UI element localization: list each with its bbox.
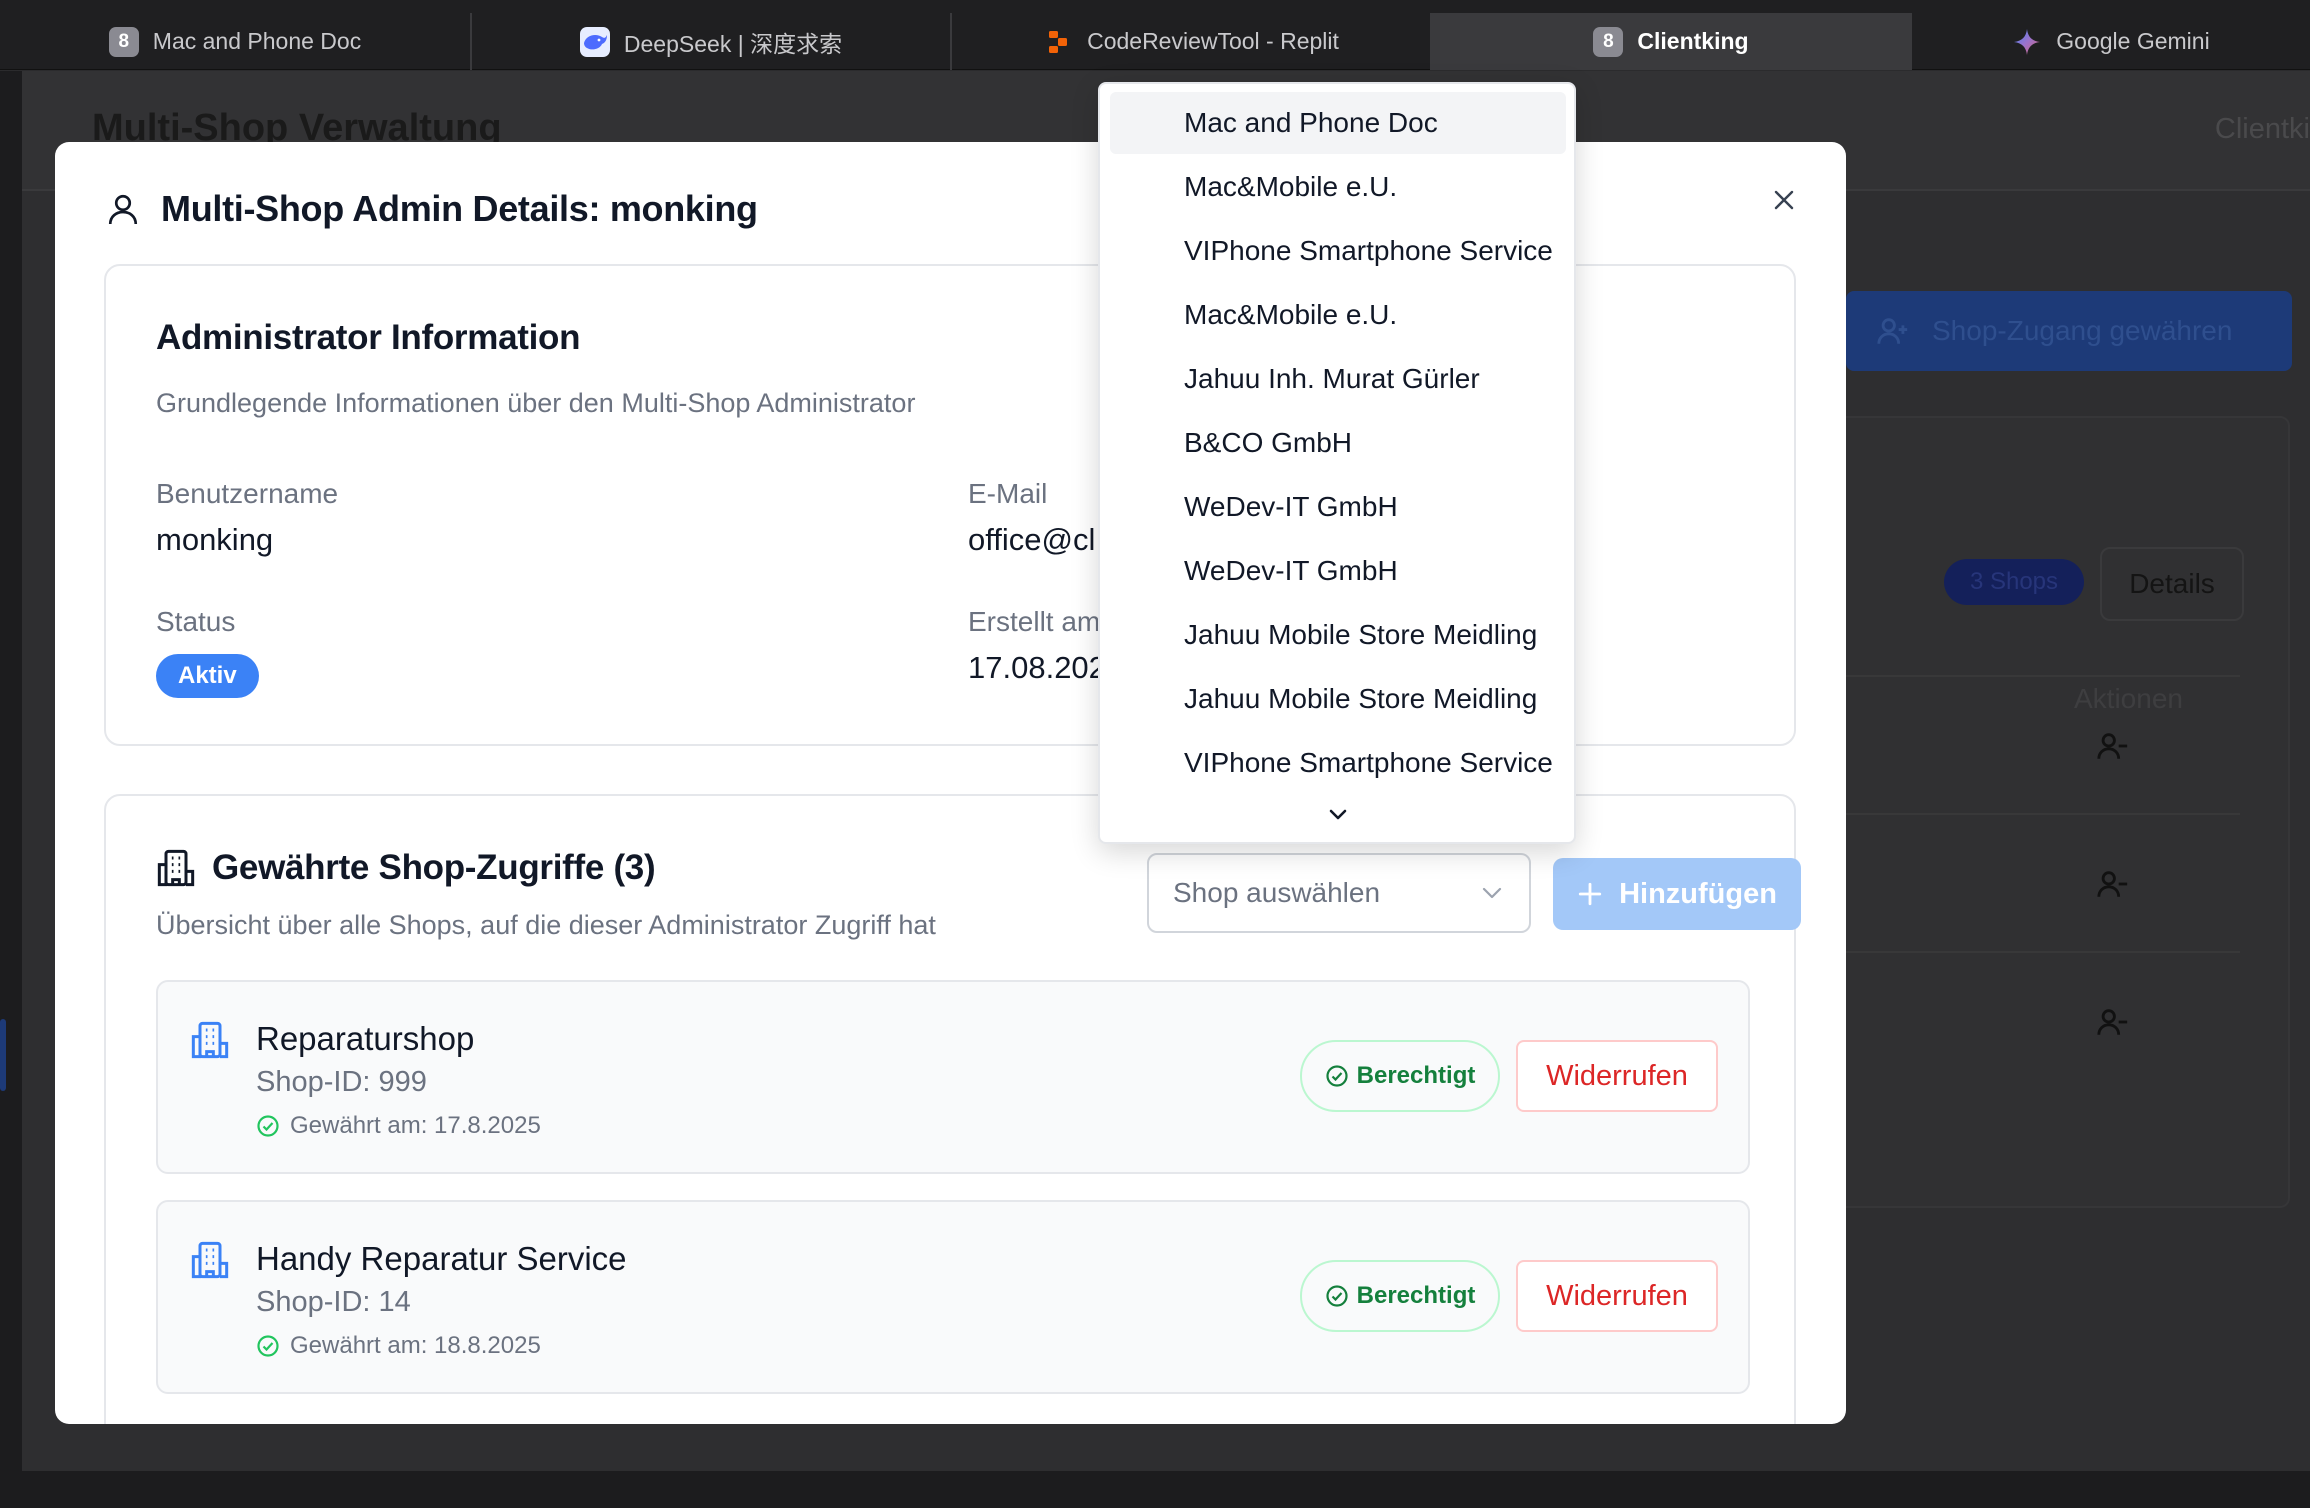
dropdown-option[interactable]: VIPhone Smartphone Service <box>1110 220 1566 282</box>
add-shop-label: Hinzufügen <box>1619 877 1777 910</box>
chevron-down-icon <box>1482 887 1502 899</box>
user-minus-icon[interactable] <box>2096 1005 2130 1039</box>
modal-title: Multi-Shop Admin Details: monking <box>161 188 758 229</box>
shop-name: Reparaturshop <box>256 1020 475 1057</box>
browser-tab-gemini[interactable]: Google Gemini <box>1910 13 2310 70</box>
replit-icon <box>1043 27 1073 57</box>
building-icon <box>191 1241 229 1279</box>
email-label: E-Mail <box>968 478 1048 509</box>
dropdown-option[interactable]: B&CO GmbH <box>1110 412 1566 474</box>
shop-granted-date: Gewährt am: 18.8.2025 <box>256 1332 541 1360</box>
background-admin-card <box>1810 416 2290 1208</box>
shop-granted-text: Gewährt am: 18.8.2025 <box>290 1332 541 1359</box>
browser-tab-bar: 8 Mac and Phone Doc DeepSeek | 深度求索 Code… <box>0 0 2310 70</box>
admin-details-modal: Multi-Shop Admin Details: monking Admini… <box>55 142 1846 1424</box>
chevron-down-icon <box>1329 809 1347 820</box>
browser-tab-mac-and-phone-doc[interactable]: 8 Mac and Phone Doc <box>0 13 470 70</box>
add-shop-button[interactable]: Hinzufügen <box>1553 858 1801 930</box>
access-card-header: Gewährte Shop-Zugriffe (3) <box>156 848 656 888</box>
browser-tab-clientking[interactable]: 8 Clientking <box>1430 13 1910 70</box>
dropdown-option[interactable]: Jahuu Mobile Store Meidling <box>1110 604 1566 666</box>
authorized-badge: Berechtigt <box>1300 1040 1500 1112</box>
shop-name: Handy Reparatur Service <box>256 1240 627 1277</box>
browser-tab-replit[interactable]: CodeReviewTool - Replit <box>950 13 1430 70</box>
shop-id: Shop-ID: 14 <box>256 1286 411 1318</box>
dropdown-option[interactable]: Mac&Mobile e.U. <box>1110 284 1566 346</box>
created-label: Erstellt am <box>968 606 1101 637</box>
building-icon <box>157 849 195 887</box>
user-minus-icon[interactable] <box>2096 729 2130 763</box>
table-divider <box>1840 813 2240 815</box>
browser-tab-deepseek[interactable]: DeepSeek | 深度求索 <box>470 13 950 70</box>
dropdown-scroll-down-button[interactable] <box>1318 800 1358 830</box>
actions-column-header: Aktionen <box>2074 683 2183 714</box>
user-icon <box>108 194 138 225</box>
close-button[interactable] <box>1762 178 1806 222</box>
user-minus-icon[interactable] <box>2096 867 2130 901</box>
background-left-indicator <box>0 1019 6 1091</box>
shop-access-card: Gewährte Shop-Zugriffe (3) Übersicht übe… <box>104 794 1801 1424</box>
tab-label: CodeReviewTool - Replit <box>1087 28 1339 54</box>
tab-label: Google Gemini <box>2056 28 2210 54</box>
check-circle-icon <box>257 1335 279 1357</box>
tab-label: Mac and Phone Doc <box>152 28 362 54</box>
access-card-subtitle: Übersicht über alle Shops, auf die diese… <box>156 910 936 940</box>
user-plus-icon <box>1877 318 1908 344</box>
dropdown-option[interactable]: VIPhone Smartphone Service <box>1110 732 1566 794</box>
shop-id: Shop-ID: 999 <box>256 1066 427 1098</box>
grant-shop-access-label: Shop-Zugang gewähren <box>1932 315 2233 346</box>
shop-select-placeholder: Shop auswählen <box>1173 877 1381 908</box>
admin-card-title: Administrator Information <box>156 318 581 357</box>
shop-access-item: Reparaturshop Shop-ID: 999 Gewährt am: 1… <box>156 980 1750 1174</box>
authorized-label: Berechtigt <box>1356 1062 1476 1089</box>
authorized-badge: Berechtigt <box>1300 1260 1500 1332</box>
status-label: Status <box>156 606 236 637</box>
gemini-sparkle-icon <box>2012 27 2042 57</box>
shop-granted-text: Gewährt am: 17.8.2025 <box>290 1112 541 1139</box>
email-value: office@cl <box>968 522 1096 557</box>
shop-select[interactable]: Shop auswählen <box>1147 853 1531 933</box>
dropdown-option[interactable]: WeDev-IT GmbH <box>1110 540 1566 602</box>
check-circle-icon <box>1326 1065 1348 1087</box>
shop-granted-date: Gewährt am: 17.8.2025 <box>256 1112 541 1140</box>
deepseek-whale-icon <box>579 26 610 57</box>
plus-icon <box>1578 882 1602 906</box>
created-value: 17.08.202 <box>968 650 1106 685</box>
shop-access-item: Handy Reparatur Service Shop-ID: 14 Gewä… <box>156 1200 1750 1394</box>
check-circle-icon <box>1326 1285 1348 1307</box>
table-divider <box>1840 675 2240 677</box>
dropdown-option[interactable]: Mac&Mobile e.U. <box>1110 156 1566 218</box>
table-divider <box>1840 951 2240 953</box>
username-label: Benutzername <box>156 478 339 509</box>
close-icon <box>1774 190 1794 210</box>
admin-card-subtitle: Grundlegende Informationen über den Mult… <box>156 388 916 418</box>
eight-badge-icon: 8 <box>108 26 139 57</box>
check-circle-icon <box>257 1115 279 1137</box>
dropdown-option[interactable]: WeDev-IT GmbH <box>1110 476 1566 538</box>
username-value: monking <box>156 522 274 557</box>
shops-count-badge: 3 Shops <box>1944 559 2084 605</box>
details-button[interactable]: Details <box>2100 547 2244 621</box>
revoke-button[interactable]: Widerrufen <box>1516 1260 1718 1332</box>
dropdown-option[interactable]: Jahuu Inh. Murat Gürler <box>1110 348 1566 410</box>
background-brand: Clientki <box>2214 113 2310 145</box>
shop-select-dropdown: Mac and Phone Doc Mac&Mobile e.U. VIPhon… <box>1098 82 1576 844</box>
status-badge: Aktiv <box>156 654 259 698</box>
revoke-button[interactable]: Widerrufen <box>1516 1040 1718 1112</box>
modal-header: Multi-Shop Admin Details: monking <box>105 188 758 230</box>
dropdown-option[interactable]: Mac and Phone Doc <box>1110 92 1566 154</box>
tab-label: DeepSeek | 深度求索 <box>623 30 843 57</box>
dropdown-option[interactable]: Jahuu Mobile Store Meidling <box>1110 668 1566 730</box>
grant-shop-access-button[interactable]: Shop-Zugang gewähren <box>1846 291 2292 371</box>
access-card-title: Gewährte Shop-Zugriffe (3) <box>212 848 656 887</box>
tab-label: Clientking <box>1637 28 1749 54</box>
authorized-label: Berechtigt <box>1356 1282 1476 1309</box>
eight-badge-icon: 8 <box>1593 26 1624 57</box>
building-icon <box>191 1021 229 1059</box>
